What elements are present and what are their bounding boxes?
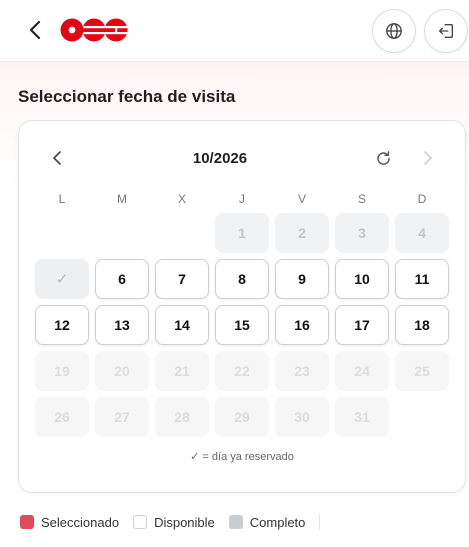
language-button[interactable]: [372, 9, 416, 53]
calendar-day: 29: [215, 397, 269, 437]
weekday-label: L: [58, 192, 66, 206]
weekday-label: J: [239, 192, 245, 206]
calendar-day[interactable]: 8: [215, 259, 269, 299]
calendar-day[interactable]: 17: [335, 305, 389, 345]
page-title: Seleccionar fecha de visita: [18, 87, 236, 106]
legend-available-label: Disponible: [154, 514, 215, 530]
legend-full-label: Completo: [249, 514, 306, 530]
calendar-day[interactable]: 11: [395, 259, 449, 299]
calendar-month-label: 10/2026: [192, 150, 248, 167]
calendar-day: 25: [395, 351, 449, 391]
legend-available: Disponible: [133, 515, 215, 530]
calendar-day: 30: [275, 397, 329, 437]
calendar-day: 19: [35, 351, 89, 391]
calendar-day: 2: [275, 213, 329, 253]
next-month-button: [417, 147, 439, 169]
calendar-day: 1: [215, 213, 269, 253]
calendar-day: 31: [335, 397, 389, 437]
reserved-note: ✓ = día ya reservado: [190, 451, 294, 463]
calendar-day: 27: [95, 397, 149, 437]
chevron-left-icon: [29, 20, 41, 40]
calendar-day[interactable]: 13: [95, 305, 149, 345]
weekday-label: M: [117, 192, 127, 206]
globe-icon: [386, 23, 402, 39]
sign-in-icon: [439, 24, 453, 38]
refresh-button[interactable]: [372, 147, 394, 169]
calendar-day[interactable]: 16: [275, 305, 329, 345]
calendar-day: 24: [335, 351, 389, 391]
calendar-day[interactable]: 18: [395, 305, 449, 345]
weekday-label: D: [417, 192, 427, 206]
calendar-day: 4: [395, 213, 449, 253]
calendar-day-reserved: ✓: [35, 259, 89, 299]
weekday-label: S: [357, 192, 366, 206]
available-swatch: [133, 515, 148, 529]
chevron-right-icon: [424, 151, 432, 165]
calendar-day[interactable]: 14: [155, 305, 209, 345]
top-bar: [0, 0, 469, 62]
calendar-day[interactable]: 10: [335, 259, 389, 299]
legend: Seleccionado Disponible Completo: [20, 514, 321, 530]
calendar-day: 21: [155, 351, 209, 391]
full-swatch: [228, 515, 243, 529]
calendar-day[interactable]: 7: [155, 259, 209, 299]
legend-selected: Seleccionado: [20, 515, 119, 530]
refresh-icon: [376, 150, 390, 165]
legend-divider: [319, 514, 321, 530]
legend-selected-label: Seleccionado: [41, 514, 120, 530]
calendar-day[interactable]: 6: [95, 259, 149, 299]
brand-logo[interactable]: [60, 17, 128, 43]
calendar-day: 28: [155, 397, 209, 437]
chevron-left-icon: [53, 151, 61, 165]
legend-full: Completo: [228, 514, 306, 530]
calendar-day: 26: [35, 397, 89, 437]
selected-swatch: [20, 515, 34, 529]
calendar-day: 23: [275, 351, 329, 391]
calendar-day: 20: [95, 351, 149, 391]
calendar-day[interactable]: 12: [35, 305, 89, 345]
calendar-day: 22: [215, 351, 269, 391]
weekday-label: X: [177, 192, 186, 206]
previous-month-button[interactable]: [46, 147, 68, 169]
calendar-day[interactable]: 9: [275, 259, 329, 299]
login-button[interactable]: [424, 9, 468, 53]
calendar-day[interactable]: 15: [215, 305, 269, 345]
calendar-day: 3: [335, 213, 389, 253]
back-button[interactable]: [22, 17, 48, 43]
weekday-label: V: [297, 192, 306, 206]
